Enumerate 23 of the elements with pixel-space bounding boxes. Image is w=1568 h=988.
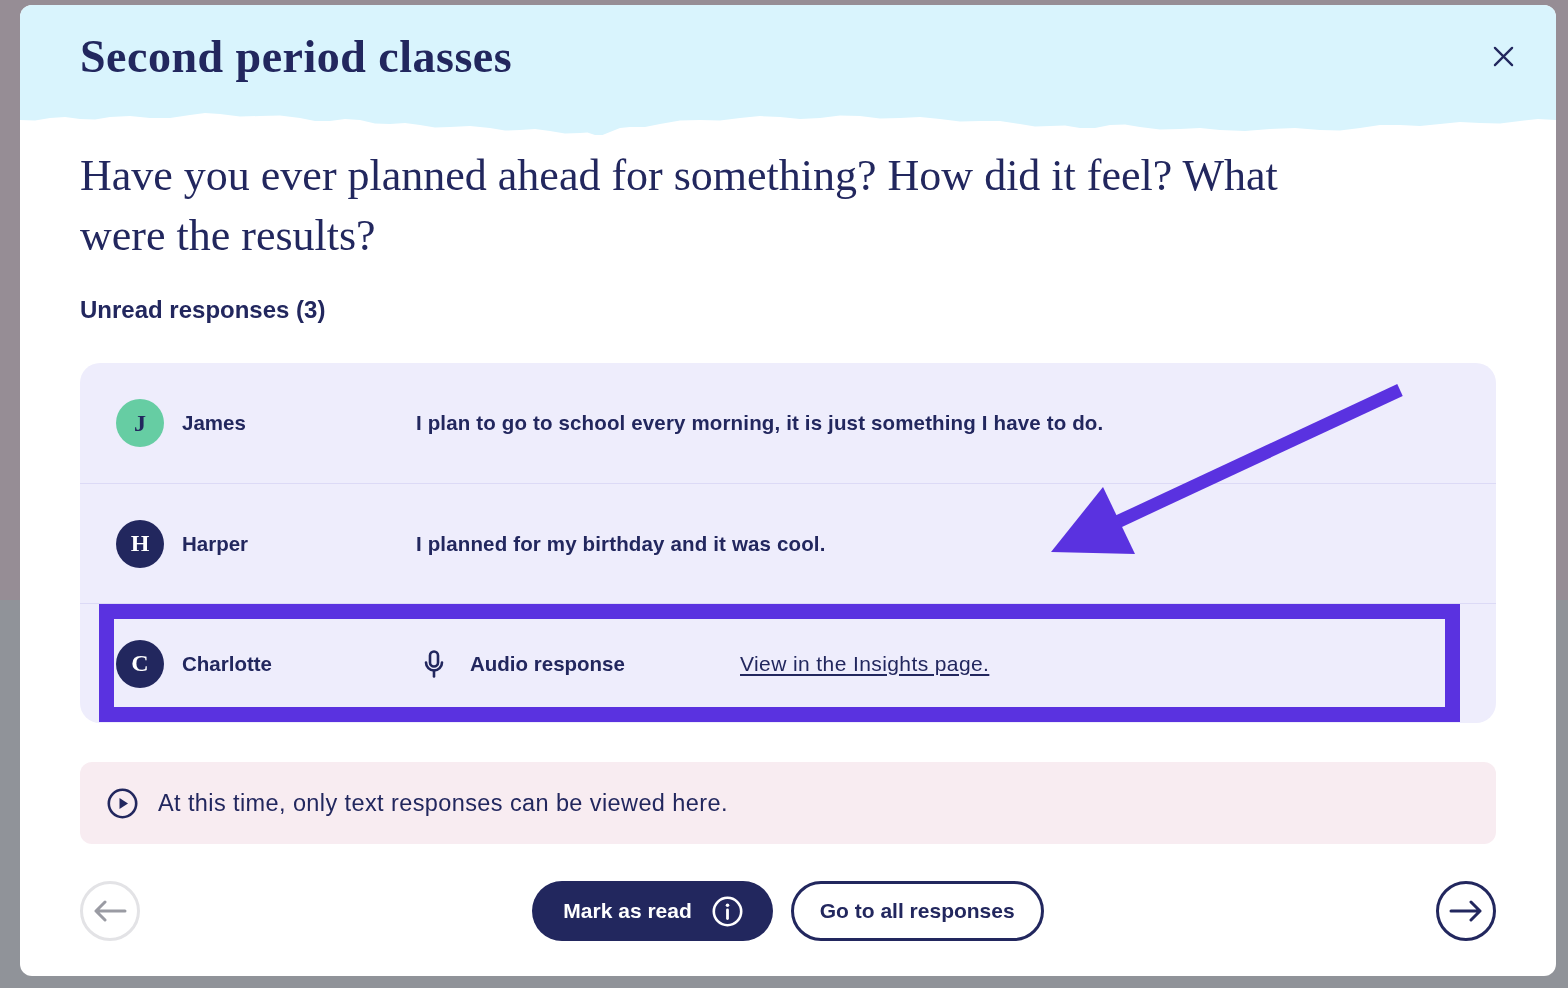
next-button[interactable] <box>1436 881 1496 941</box>
arrow-right-icon <box>1449 900 1483 922</box>
all-responses-button[interactable]: Go to all responses <box>790 881 1044 941</box>
student-name: James <box>182 411 246 435</box>
close-icon <box>1492 46 1514 67</box>
mark-as-read-button[interactable]: Mark as read <box>532 881 773 941</box>
response-text: I planned for my birthday and it was cool. <box>416 531 826 556</box>
response-text: I plan to go to school every morning, it is just something I have to do. <box>416 411 1104 435</box>
info-icon <box>711 895 743 927</box>
student-name: Harper <box>182 531 249 556</box>
student-name: Charlotte <box>182 651 272 676</box>
notice-text: At this time, only text responses can be viewed here. <box>158 789 728 817</box>
audio-response-label: Audio response <box>470 651 626 676</box>
avatar: C <box>116 639 164 688</box>
play-circle-icon <box>107 787 138 819</box>
unread-heading: Unread responses (3) <box>80 295 326 325</box>
question-text: Have you ever planned ahead for something? How did it feel? What were the results? <box>80 150 1279 262</box>
arrow-left-icon <box>93 900 127 922</box>
modal-title: Second period classes <box>80 30 513 83</box>
avatar: H <box>116 519 164 568</box>
avatar: J <box>116 399 164 447</box>
microphone-icon <box>424 649 444 678</box>
insights-link[interactable]: View in the Insights page. <box>740 651 990 676</box>
